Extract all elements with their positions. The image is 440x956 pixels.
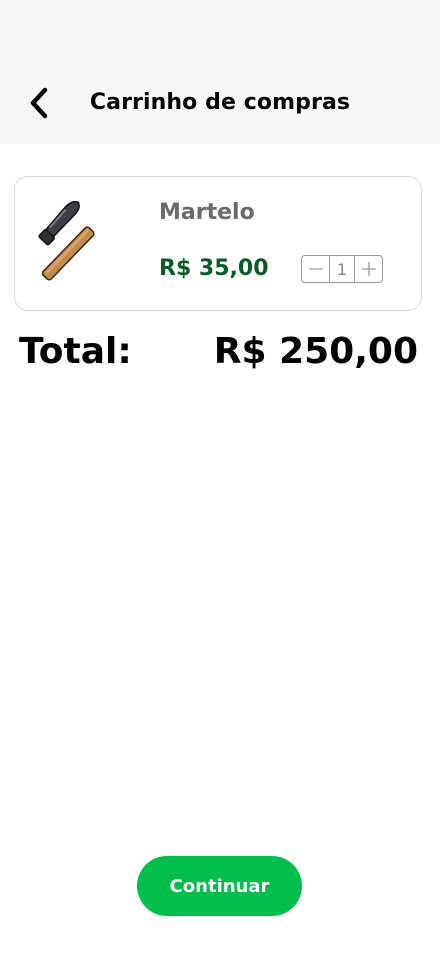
app-header: Carrinho de compras: [0, 0, 440, 144]
product-image: [31, 195, 127, 291]
product-name: Martelo: [159, 200, 255, 225]
increment-button[interactable]: [355, 256, 382, 282]
total-label: Total:: [19, 331, 132, 372]
total-value: R$ 250,00: [213, 331, 418, 372]
product-price: R$ 35,00: [159, 256, 269, 281]
decrement-button[interactable]: [302, 256, 329, 282]
hammer-icon: [38, 200, 95, 281]
continue-button[interactable]: Continuar: [137, 856, 302, 916]
minus-icon: [308, 268, 323, 270]
page-title: Carrinho de compras: [89, 90, 351, 115]
quantity-stepper: 1: [301, 255, 383, 283]
cart-item: Martelo R$ 35,00 1: [14, 176, 422, 311]
plus-icon: [361, 262, 376, 276]
quantity-value[interactable]: 1: [329, 256, 355, 282]
